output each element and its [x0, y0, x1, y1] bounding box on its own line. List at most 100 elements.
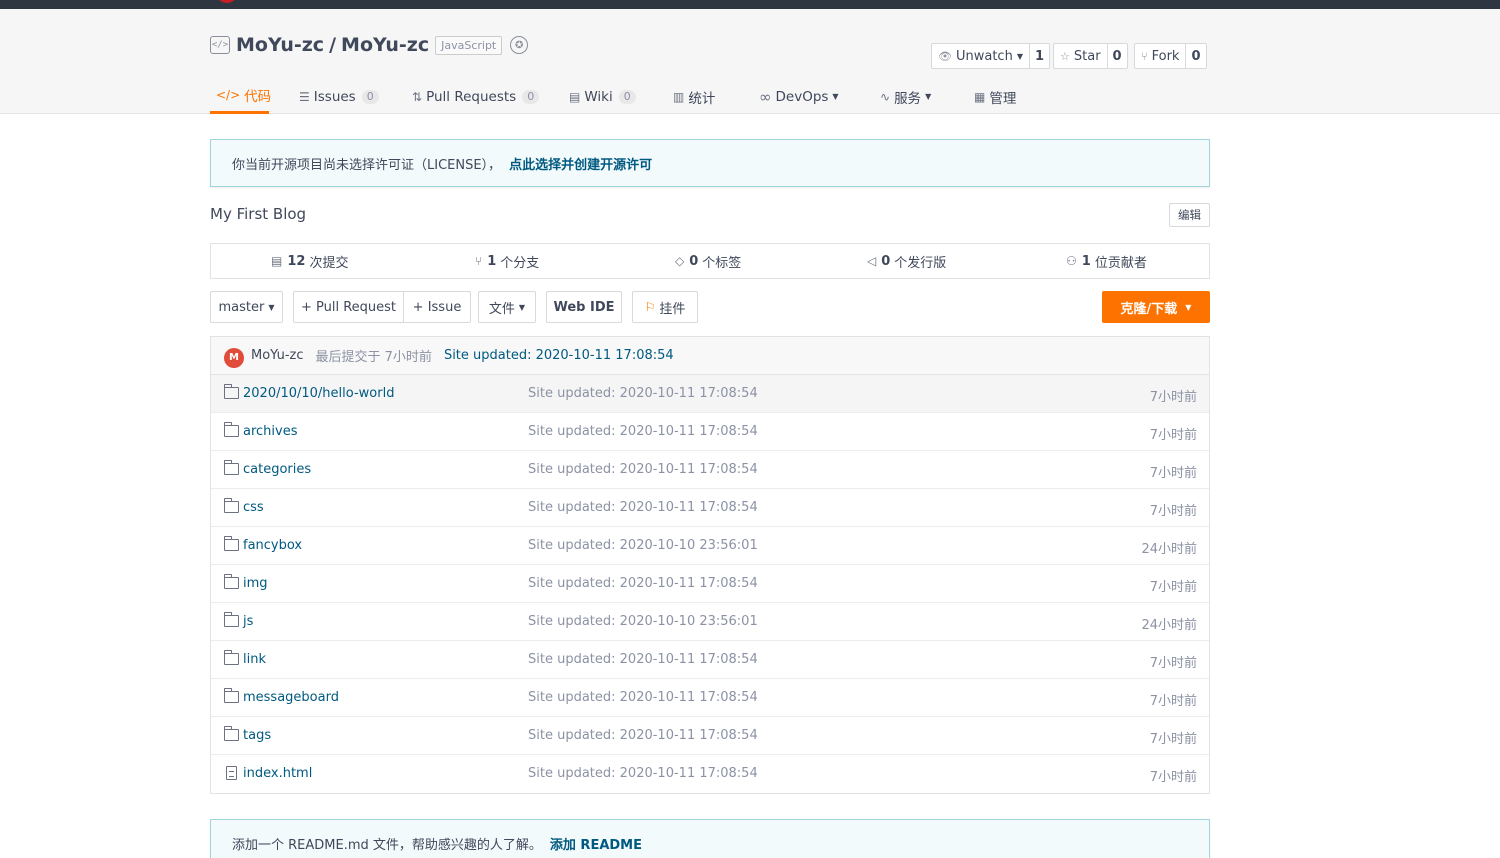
tab-services[interactable]: ∿ 服务 ▼ — [874, 79, 937, 114]
clone-download-button[interactable]: 克隆/下载 ▼ — [1102, 291, 1210, 323]
file-commit-message[interactable]: Site updated: 2020-10-11 17:08:54 — [528, 462, 758, 477]
repo-owner-link[interactable]: MoYu-zc — [236, 34, 324, 56]
file-time: 7小时前 — [1149, 504, 1197, 519]
gitee-logo[interactable] — [216, 0, 238, 3]
repo-description: My First Blog — [210, 205, 307, 223]
language-badge[interactable]: JavaScript — [435, 35, 503, 55]
fork-button[interactable]: ⑂ Fork — [1134, 43, 1187, 69]
folder-icon — [223, 612, 239, 627]
tab-wiki-label: Wiki — [584, 88, 613, 105]
tab-code[interactable]: </> 代码 — [210, 79, 271, 114]
star-group: ☆ Star 0 — [1053, 43, 1128, 69]
commit-author-link[interactable]: MoYu-zc — [251, 348, 304, 363]
license-notice-text: 你当前开源项目尚未选择许可证（LICENSE）， — [232, 157, 502, 173]
file-name-link[interactable]: tags — [243, 728, 271, 743]
wiki-count-badge: 0 — [618, 89, 636, 104]
repo-name-link[interactable]: MoYu-zc — [341, 34, 429, 56]
folder-icon — [223, 726, 239, 741]
stat-tags[interactable]: ◇ 0 个标签 — [675, 244, 741, 278]
repo-header: </> MoYu-zc / MoYu-zc JavaScript ✪ 👁 Unw… — [0, 9, 1500, 114]
branch-select[interactable]: master ▼ — [210, 291, 283, 323]
file-name-link[interactable]: img — [243, 576, 268, 591]
folder-icon — [223, 384, 239, 399]
add-readme-link[interactable]: 添加 README — [550, 834, 642, 853]
eye-icon: 👁 — [938, 49, 952, 63]
file-time: 7小时前 — [1149, 390, 1197, 405]
star-button[interactable]: ☆ Star — [1053, 43, 1108, 69]
unwatch-button[interactable]: 👁 Unwatch ▼ — [931, 43, 1030, 69]
table-row[interactable]: fancybox Site updated: 2020-10-10 23:56:… — [211, 527, 1209, 565]
table-row[interactable]: link Site updated: 2020-10-11 17:08:54 7… — [211, 641, 1209, 679]
tab-stats[interactable]: ▥ 统计 — [667, 79, 721, 114]
file-time: 24小时前 — [1141, 618, 1197, 633]
file-time: 7小时前 — [1149, 656, 1197, 671]
file-name-link[interactable]: css — [243, 500, 264, 515]
create-license-link[interactable]: 点此选择并创建开源许可 — [509, 154, 652, 173]
stat-contributors[interactable]: ⚇ 1 位贡献者 — [1066, 244, 1147, 278]
stat-commits[interactable]: ▤ 12 次提交 — [271, 244, 348, 278]
fork-count[interactable]: 0 — [1186, 43, 1207, 69]
table-row[interactable]: index.html Site updated: 2020-10-11 17:0… — [211, 755, 1209, 793]
file-name-link[interactable]: link — [243, 652, 266, 667]
star-count[interactable]: 0 — [1107, 43, 1128, 69]
branches-label: 个分支 — [500, 255, 540, 271]
tab-pull-requests[interactable]: ⇅ Pull Requests 0 — [406, 79, 545, 114]
table-row[interactable]: 2020/10/10/hello-world Site updated: 202… — [211, 375, 1209, 413]
file-menu-button[interactable]: 文件 ▼ — [478, 291, 536, 323]
stat-releases[interactable]: ◁ 0 个发行版 — [867, 244, 946, 278]
edit-description-button[interactable]: 编辑 — [1169, 203, 1210, 227]
file-commit-message[interactable]: Site updated: 2020-10-10 23:56:01 — [528, 614, 758, 629]
table-row[interactable]: css Site updated: 2020-10-11 17:08:54 7小… — [211, 489, 1209, 527]
table-row[interactable]: js Site updated: 2020-10-10 23:56:01 24小… — [211, 603, 1209, 641]
web-ide-button[interactable]: Web IDE — [546, 291, 622, 323]
table-row[interactable]: messageboard Site updated: 2020-10-11 17… — [211, 679, 1209, 717]
table-row[interactable]: archives Site updated: 2020-10-11 17:08:… — [211, 413, 1209, 451]
table-row[interactable]: categories Site updated: 2020-10-11 17:0… — [211, 451, 1209, 489]
commit-icon: ▤ — [271, 254, 283, 268]
branch-icon: ⑂ — [475, 254, 483, 268]
commit-message-link[interactable]: Site updated: 2020-10-11 17:08:54 — [444, 348, 674, 363]
file-commit-message[interactable]: Site updated: 2020-10-11 17:08:54 — [528, 424, 758, 439]
tab-issues-label: Issues — [313, 88, 356, 105]
tab-devops[interactable]: ∞ DevOps ▼ — [753, 79, 845, 114]
table-row[interactable]: tags Site updated: 2020-10-11 17:08:54 7… — [211, 717, 1209, 755]
file-commit-message[interactable]: Site updated: 2020-10-11 17:08:54 — [528, 500, 758, 515]
file-time: 7小时前 — [1149, 466, 1197, 481]
new-pull-request-button[interactable]: + Pull Request — [293, 291, 404, 323]
file-name-link[interactable]: messageboard — [243, 690, 339, 705]
pulse-icon: ∿ — [880, 89, 891, 104]
file-name-link[interactable]: categories — [243, 462, 311, 477]
file-commit-message[interactable]: Site updated: 2020-10-11 17:08:54 — [528, 386, 758, 401]
avatar[interactable]: M — [224, 347, 244, 368]
code-icon: </> — [216, 88, 241, 102]
file-time: 7小时前 — [1149, 428, 1197, 443]
file-time: 7小时前 — [1149, 694, 1197, 709]
chevron-down-icon: ▼ — [518, 302, 526, 312]
file-name-link[interactable]: index.html — [243, 766, 312, 781]
watch-group: 👁 Unwatch ▼ 1 — [931, 43, 1051, 69]
file-name-link[interactable]: js — [243, 614, 253, 629]
tab-wiki[interactable]: ▤ Wiki 0 — [563, 79, 642, 114]
file-name-link[interactable]: 2020/10/10/hello-world — [243, 386, 394, 401]
tab-issues[interactable]: ☰ Issues 0 — [293, 79, 385, 114]
file-name-link[interactable]: archives — [243, 424, 298, 439]
watch-count[interactable]: 1 — [1029, 43, 1051, 69]
file-commit-message[interactable]: Site updated: 2020-10-11 17:08:54 — [528, 690, 758, 705]
file-commit-message[interactable]: Site updated: 2020-10-11 17:08:54 — [528, 766, 758, 781]
chevron-down-icon: ▼ — [1185, 302, 1192, 312]
table-row[interactable]: img Site updated: 2020-10-11 17:08:54 7小… — [211, 565, 1209, 603]
file-commit-message[interactable]: Site updated: 2020-10-11 17:08:54 — [528, 728, 758, 743]
file-commit-message[interactable]: Site updated: 2020-10-10 23:56:01 — [528, 538, 758, 553]
file-name-link[interactable]: fancybox — [243, 538, 302, 553]
repo-separator: / — [329, 34, 337, 56]
plugin-button[interactable]: ⚐ 挂件 — [632, 291, 698, 323]
file-commit-message[interactable]: Site updated: 2020-10-11 17:08:54 — [528, 652, 758, 667]
new-issue-button[interactable]: + Issue — [403, 291, 471, 323]
stat-branches[interactable]: ⑂ 1 个分支 — [475, 244, 539, 278]
last-commit-row: M MoYu-zc 最后提交于 7小时前 Site updated: 2020-… — [211, 337, 1209, 375]
award-icon[interactable]: ✪ — [510, 36, 529, 54]
folder-icon — [223, 688, 239, 703]
bar-chart-icon: ▥ — [673, 89, 685, 104]
file-commit-message[interactable]: Site updated: 2020-10-11 17:08:54 — [528, 576, 758, 591]
tab-manage[interactable]: ▦ 管理 — [968, 79, 1022, 114]
